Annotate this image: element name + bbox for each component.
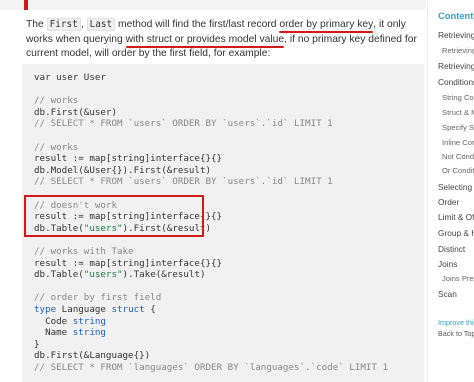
- code-line: // order by first field: [34, 292, 162, 304]
- code-line: // SELECT * FROM `users` ORDER BY `users…: [34, 118, 333, 130]
- code-line: result := map[string]interface{}{}: [34, 257, 223, 269]
- code-line: // works with Take: [34, 246, 134, 257]
- underlined-order-by-primary-key: order by primary key: [279, 19, 374, 33]
- previous-block: [0, 0, 426, 10]
- code-line: // works: [34, 141, 79, 153]
- toc-item[interactable]: Specify St: [442, 123, 474, 132]
- toc-item[interactable]: Conditions: [438, 77, 474, 87]
- toc-item[interactable]: Limit & Of: [438, 212, 474, 222]
- toc-item[interactable]: Joins: [438, 259, 457, 269]
- table-of-contents-sidebar: Contents Retrieving Retrieving Retrieving C…: [427, 0, 474, 382]
- toc-item[interactable]: Struct & M: [442, 108, 474, 117]
- main-content: The First, Last method will find the fir…: [0, 0, 426, 382]
- inline-code-first: First: [46, 18, 81, 31]
- underlined-text-2: with struct or provides model value: [125, 33, 285, 45]
- code-line: db.Model(&User{}).First(&result): [34, 164, 212, 176]
- code-line: Code string: [34, 315, 106, 327]
- code-line: // SELECT * FROM `languages` ORDER BY `l…: [34, 362, 389, 373]
- highlight-box-doesnt-work: [24, 195, 204, 237]
- toc-item[interactable]: Inline Cond: [442, 138, 474, 147]
- underlined-with-struct: with struct or provides model value: [125, 33, 285, 48]
- description-paragraph: The First, Last method will find the fir…: [26, 18, 424, 62]
- code-line: type Language struct {: [34, 304, 156, 315]
- toc-item[interactable]: Scan: [438, 289, 457, 299]
- red-underline: [125, 45, 285, 48]
- improve-this-link[interactable]: Improve this: [438, 318, 474, 327]
- code-line: db.Table("users").Take(&result): [34, 269, 206, 281]
- toc-item[interactable]: Group & H: [438, 228, 474, 238]
- toc-header: Contents: [438, 10, 474, 21]
- toc-item[interactable]: String Co: [442, 93, 474, 102]
- back-to-top-link[interactable]: Back to Top: [438, 329, 474, 338]
- code-line: // works: [34, 95, 79, 107]
- toc-item[interactable]: Distinct: [438, 244, 465, 254]
- toc-item[interactable]: Joins Prel: [442, 274, 474, 283]
- toc-item[interactable]: Or Conditi: [442, 166, 474, 175]
- code-line: // SELECT * FROM `users` ORDER BY `users…: [34, 176, 333, 188]
- toc-item[interactable]: Retrieving: [438, 61, 474, 71]
- toc-item[interactable]: Retrieving: [438, 30, 474, 40]
- underlined-text-1: order by primary key: [279, 19, 374, 30]
- code-line: Name string: [34, 327, 106, 339]
- toc-item[interactable]: Selecting: [438, 182, 472, 192]
- red-underline: [279, 31, 374, 33]
- annotation-red-marker: [24, 0, 28, 10]
- inline-code-last: Last: [86, 18, 116, 31]
- toc-item[interactable]: Not Condi: [442, 152, 474, 161]
- code-line: result := map[string]interface{}{}: [34, 153, 223, 165]
- text-sep: ,: [80, 19, 87, 30]
- code-line: }: [34, 338, 40, 350]
- text-method: method will find the first/last record: [115, 19, 280, 30]
- code-line: var user User: [34, 72, 106, 83]
- text-intro: The: [26, 19, 47, 30]
- code-line: db.First(&user): [34, 106, 117, 118]
- toc-item[interactable]: Order: [438, 197, 459, 207]
- code-line: db.First(&Language{}): [34, 350, 151, 362]
- toc-item[interactable]: Retrieving: [442, 46, 474, 55]
